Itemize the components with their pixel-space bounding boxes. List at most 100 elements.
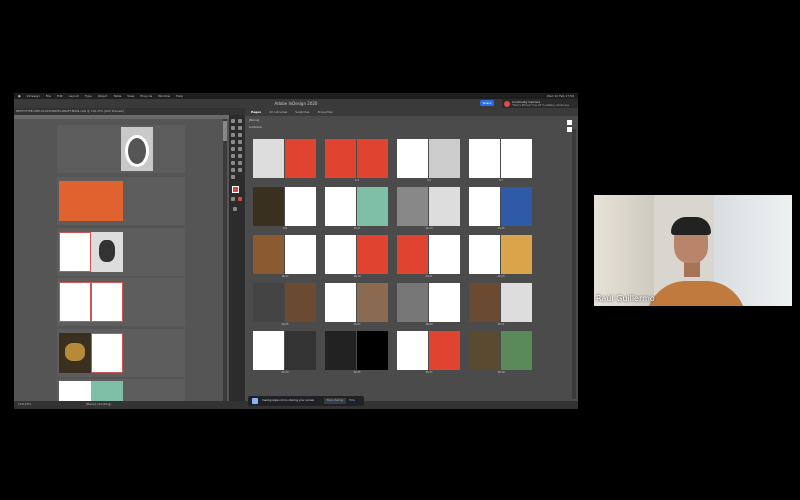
page-thumb-right[interactable] <box>501 139 532 178</box>
menu-view[interactable]: View <box>127 94 134 98</box>
menu-file[interactable]: File <box>46 94 51 98</box>
page-thumb-left[interactable] <box>253 235 284 274</box>
menu-window[interactable]: Window <box>158 94 170 98</box>
document-tab[interactable]: PROTOTYPE-CPM-16-DISTANCES-DRAFT-MAIN.in… <box>16 108 124 115</box>
rectangle-tool-icon[interactable] <box>238 147 242 151</box>
apply-gradient-icon[interactable] <box>238 197 242 201</box>
page-thumb-left[interactable] <box>397 139 428 178</box>
pages-panel-scrollbar[interactable] <box>572 129 576 399</box>
page-thumb-right[interactable] <box>285 331 316 370</box>
page-thumb-right[interactable] <box>357 331 388 370</box>
page-thumb-left[interactable] <box>397 235 428 274</box>
page-thumb-right[interactable] <box>285 235 316 274</box>
doc-spread-2[interactable] <box>57 177 185 225</box>
parent-none[interactable]: [None] <box>249 118 259 122</box>
menu-object[interactable]: Object <box>98 94 108 98</box>
gradient-tool-icon[interactable] <box>231 161 235 165</box>
page-thumb-right[interactable] <box>429 235 460 274</box>
pencil-tool-icon[interactable] <box>238 140 242 144</box>
type-tool-icon[interactable] <box>231 133 235 137</box>
page-thumb-right[interactable] <box>501 331 532 370</box>
page-thumb-right[interactable] <box>501 187 532 226</box>
page-thumb-left[interactable] <box>253 139 284 178</box>
page-thumb-right[interactable] <box>285 139 316 178</box>
hand-tool-icon[interactable] <box>238 168 242 172</box>
page-thumb-right[interactable] <box>357 235 388 274</box>
page-thumb-left[interactable] <box>469 283 500 322</box>
menu-indesign[interactable]: InDesign <box>27 94 40 98</box>
tab-properties[interactable]: Properties <box>318 108 333 116</box>
page-thumb-left[interactable] <box>397 283 428 322</box>
doc-spread-5[interactable] <box>57 329 185 377</box>
note-tool-icon[interactable] <box>238 161 242 165</box>
page-thumb-left[interactable] <box>469 187 500 226</box>
parent-a[interactable]: A-Parent <box>249 125 262 129</box>
rectangle-frame-tool-icon[interactable] <box>231 147 235 151</box>
page-thumb-left[interactable] <box>253 331 284 370</box>
zoom-level[interactable]: 118.33% <box>18 402 31 406</box>
tab-cc-libraries[interactable]: CC Libraries <box>269 108 287 116</box>
preflight-preset[interactable]: [Basic] (working) <box>86 402 111 406</box>
line-tool-icon[interactable] <box>238 133 242 137</box>
doc-spread-4[interactable] <box>57 278 185 326</box>
tab-swatches[interactable]: Swatches <box>295 108 309 116</box>
zoom-tool-icon[interactable] <box>231 175 235 179</box>
parent-thumb-none[interactable] <box>567 120 572 125</box>
page-thumb-left[interactable] <box>469 331 500 370</box>
menu-help[interactable]: Help <box>176 94 183 98</box>
page-number-label: 24-25 <box>281 323 289 326</box>
tab-pages[interactable]: Pages <box>251 108 261 116</box>
gap-tool-icon[interactable] <box>238 126 242 130</box>
page-thumb-right[interactable] <box>429 331 460 370</box>
page-thumb-right[interactable] <box>285 283 316 322</box>
menu-layout[interactable]: Layout <box>69 94 79 98</box>
doc-spread-6[interactable] <box>57 379 185 401</box>
page-number-label: 32-33 <box>281 371 289 374</box>
scissors-tool-icon[interactable] <box>231 154 235 158</box>
apple-icon[interactable]: ● <box>18 94 21 98</box>
canvas-scrollbar[interactable] <box>223 119 227 401</box>
doc-spread-1[interactable] <box>57 125 185 173</box>
menu-type[interactable]: Type <box>85 94 92 98</box>
transform-tool-icon[interactable] <box>238 154 242 158</box>
fill-color-swatch[interactable] <box>232 186 239 193</box>
page-thumb-right[interactable] <box>357 187 388 226</box>
eyedropper-tool-icon[interactable] <box>231 168 235 172</box>
pen-tool-icon[interactable] <box>231 140 235 144</box>
doc-spread-3[interactable] <box>57 228 185 276</box>
page-thumb-right[interactable] <box>501 283 532 322</box>
direct-selection-tool-icon[interactable] <box>238 119 242 123</box>
page-thumb-right[interactable] <box>285 187 316 226</box>
page-thumb-right[interactable] <box>357 139 388 178</box>
page-thumb-right[interactable] <box>429 283 460 322</box>
page-thumb-left[interactable] <box>469 139 500 178</box>
page-thumb-left[interactable] <box>325 235 356 274</box>
hide-button[interactable]: Hide <box>349 399 355 402</box>
page-thumb-left[interactable] <box>325 331 356 370</box>
page-thumb-left[interactable] <box>469 235 500 274</box>
page-tool-icon[interactable] <box>231 126 235 130</box>
selection-tool-icon[interactable] <box>231 119 235 123</box>
canvas-scroll-thumb[interactable] <box>223 121 227 141</box>
participant-video[interactable] <box>594 195 792 306</box>
page-thumb-right[interactable] <box>357 283 388 322</box>
page-thumb-right[interactable] <box>429 139 460 178</box>
menu-table[interactable]: Table <box>114 94 122 98</box>
share-button[interactable]: Share <box>480 100 494 106</box>
page-thumb-left[interactable] <box>397 187 428 226</box>
apply-color-icon[interactable] <box>231 197 235 201</box>
menu-edit[interactable]: Edit <box>57 94 63 98</box>
page-thumb-right[interactable] <box>501 235 532 274</box>
screen-mode-icon[interactable] <box>233 207 237 211</box>
page-thumb-left[interactable] <box>397 331 428 370</box>
page-thumb-left[interactable] <box>325 139 356 178</box>
page-thumb-left[interactable] <box>253 283 284 322</box>
page-thumb-left[interactable] <box>253 187 284 226</box>
page-thumb-left[interactable] <box>325 283 356 322</box>
document-canvas[interactable] <box>14 115 229 401</box>
stop-sharing-button[interactable]: Stop sharing <box>324 398 346 404</box>
menu-plugins[interactable]: Plug-ins <box>140 94 152 98</box>
page-thumb-left[interactable] <box>325 187 356 226</box>
page-thumb-right[interactable] <box>429 187 460 226</box>
page-number-label: 30-31 <box>497 323 505 326</box>
